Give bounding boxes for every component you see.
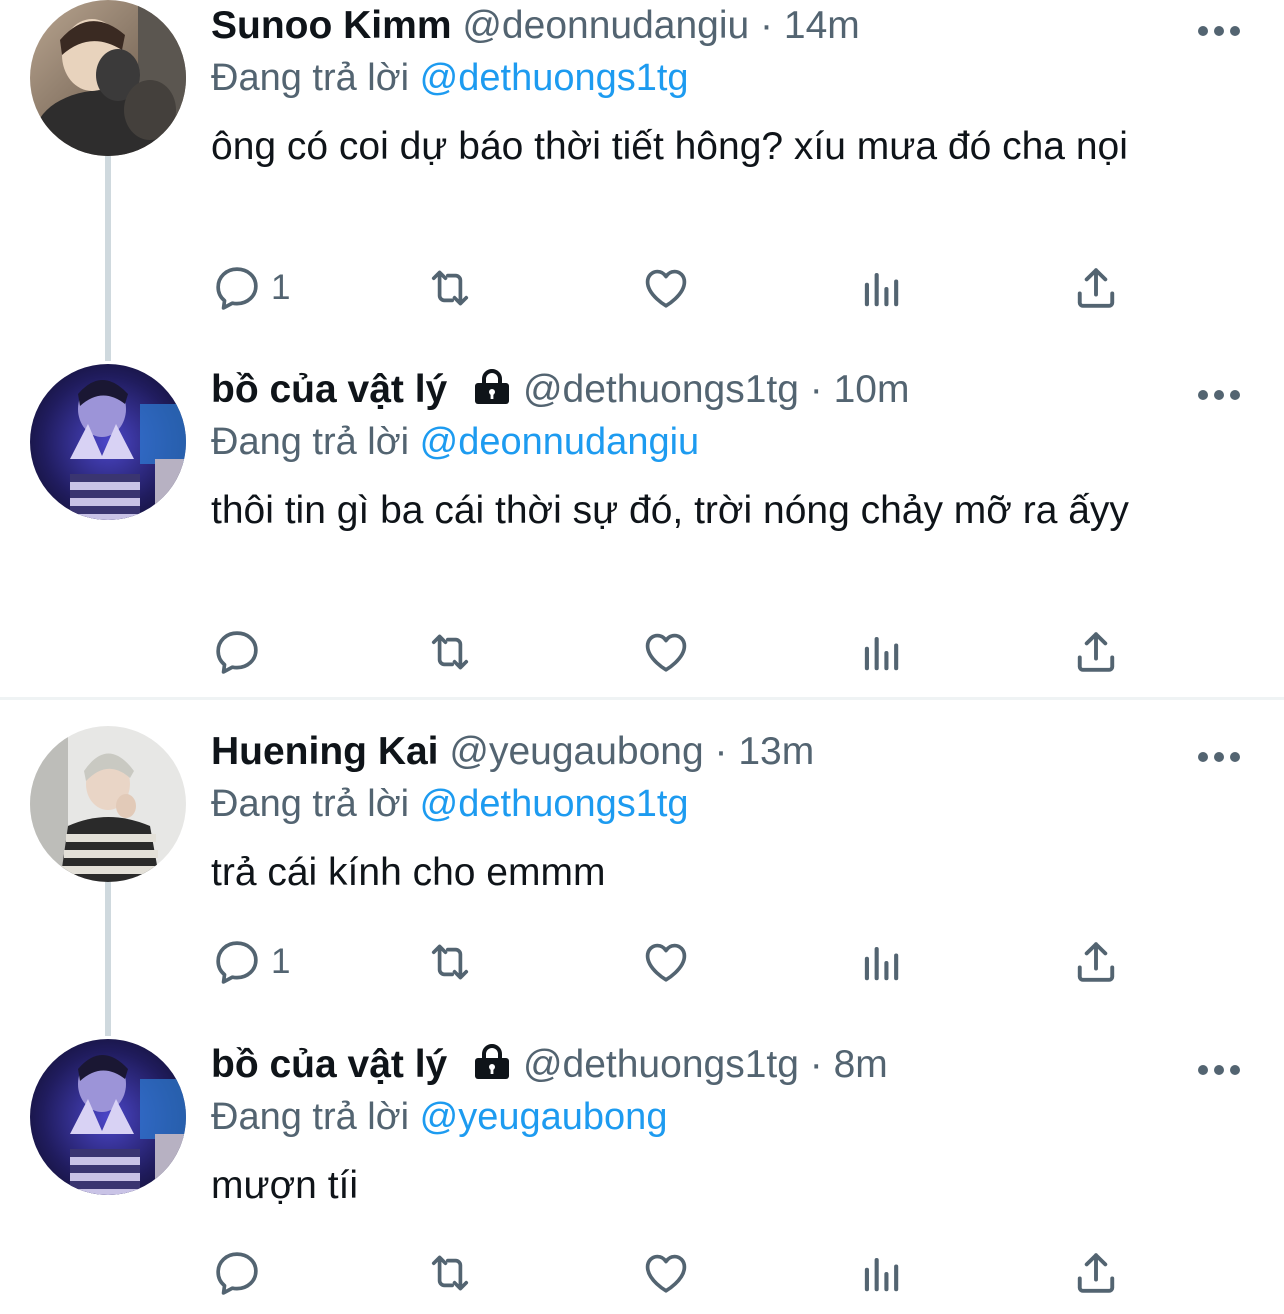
thread-line — [105, 881, 111, 1036]
like-icon — [640, 262, 692, 314]
share-button[interactable] — [1070, 936, 1122, 988]
retweet-button[interactable] — [424, 262, 476, 314]
reply-button[interactable] — [211, 1247, 271, 1299]
timestamp[interactable]: 8m — [834, 1043, 888, 1086]
retweet-button[interactable] — [424, 626, 476, 678]
reply-context: Đang trả lời @deonnudangiu — [211, 416, 1244, 468]
like-icon — [640, 1247, 692, 1299]
like-button[interactable] — [640, 626, 692, 678]
share-button[interactable] — [1070, 262, 1122, 314]
more-options-icon[interactable] — [1194, 8, 1244, 38]
like-icon — [640, 626, 692, 678]
like-button[interactable] — [640, 1247, 692, 1299]
share-icon — [1070, 1247, 1122, 1299]
user-avatar-photo — [30, 726, 186, 882]
action-bar: 1 — [211, 936, 1211, 988]
reply-context: Đang trả lời @dethuongs1tg — [211, 52, 1244, 104]
more-options-icon[interactable] — [1194, 1047, 1244, 1077]
separator: · — [809, 368, 823, 411]
retweet-icon — [424, 262, 476, 314]
reply-context: Đang trả lời @yeugaubong — [211, 1091, 1244, 1143]
analytics-icon — [855, 1247, 907, 1299]
reply-button[interactable] — [211, 626, 271, 678]
lock-icon — [472, 369, 512, 405]
share-button[interactable] — [1070, 1247, 1122, 1299]
reply-prefix: Đang trả lời — [211, 783, 410, 825]
reply-prefix: Đang trả lời — [211, 421, 410, 463]
timestamp[interactable]: 14m — [784, 4, 860, 47]
more-options-icon[interactable] — [1194, 734, 1244, 764]
reply-prefix: Đang trả lời — [211, 1096, 410, 1138]
user-handle[interactable]: @dethuongs1tg — [523, 368, 799, 411]
action-bar — [211, 1247, 1211, 1299]
analytics-icon — [855, 262, 907, 314]
analytics-button[interactable] — [855, 626, 907, 678]
retweet-button[interactable] — [424, 936, 476, 988]
reply-button[interactable]: 1 — [211, 262, 290, 314]
more-options-icon[interactable] — [1194, 372, 1244, 402]
share-icon — [1070, 936, 1122, 988]
action-bar: 1 — [211, 262, 1211, 314]
reply-icon — [211, 626, 263, 678]
analytics-button[interactable] — [855, 262, 907, 314]
display-name[interactable]: Huening Kai — [211, 730, 439, 773]
reply-icon — [211, 262, 263, 314]
share-button[interactable] — [1070, 626, 1122, 678]
like-button[interactable] — [640, 936, 692, 988]
reply-icon — [211, 936, 263, 988]
separator: · — [714, 730, 728, 773]
reply-mention-link[interactable]: @deonnudangiu — [420, 421, 700, 463]
reply-mention-link[interactable]: @dethuongs1tg — [420, 57, 689, 99]
tweet-text: thôi tin gì ba cái thời sự đó, trời nóng… — [211, 489, 1129, 532]
user-handle[interactable]: @yeugaubong — [449, 730, 703, 773]
like-icon — [640, 936, 692, 988]
analytics-button[interactable] — [855, 1247, 907, 1299]
display-name[interactable]: bồ của vật lý — [211, 368, 447, 411]
retweet-button[interactable] — [424, 1247, 476, 1299]
retweet-icon — [424, 1247, 476, 1299]
retweet-icon — [424, 936, 476, 988]
user-handle[interactable]: @deonnudangiu — [462, 4, 749, 47]
share-icon — [1070, 626, 1122, 678]
conversation-divider — [0, 697, 1284, 700]
action-bar — [211, 626, 1211, 678]
avatar[interactable] — [30, 726, 186, 882]
avatar[interactable] — [30, 0, 186, 156]
timestamp[interactable]: 13m — [738, 730, 814, 773]
share-icon — [1070, 262, 1122, 314]
reply-prefix: Đang trả lời — [211, 57, 410, 99]
reply-count: 1 — [271, 268, 291, 307]
thread-line — [105, 156, 111, 361]
tweet-text: ông có coi dự báo thời tiết hông? xíu mư… — [211, 125, 1128, 168]
display-name[interactable]: Sunoo Kimm — [211, 4, 452, 47]
separator: · — [760, 4, 774, 47]
reply-context: Đang trả lời @dethuongs1tg — [211, 778, 1244, 830]
reply-button[interactable]: 1 — [211, 936, 290, 988]
timestamp[interactable]: 10m — [834, 368, 910, 411]
analytics-icon — [855, 936, 907, 988]
tweet-text: mượn tíi — [211, 1164, 359, 1207]
analytics-icon — [855, 626, 907, 678]
avatar[interactable] — [30, 1039, 186, 1195]
user-handle[interactable]: @dethuongs1tg — [523, 1043, 799, 1086]
retweet-icon — [424, 626, 476, 678]
separator: · — [809, 1043, 823, 1086]
like-button[interactable] — [640, 262, 692, 314]
lock-icon — [472, 1044, 512, 1080]
user-avatar-photo — [30, 0, 186, 156]
reply-icon — [211, 1247, 263, 1299]
reply-mention-link[interactable]: @yeugaubong — [420, 1096, 668, 1138]
tweet-text: trả cái kính cho emmm — [211, 851, 606, 894]
analytics-button[interactable] — [855, 936, 907, 988]
reply-mention-link[interactable]: @dethuongs1tg — [420, 783, 689, 825]
avatar[interactable] — [30, 364, 186, 520]
reply-count: 1 — [271, 942, 291, 981]
display-name[interactable]: bồ của vật lý — [211, 1043, 447, 1086]
user-avatar-photo — [30, 364, 186, 520]
user-avatar-photo — [30, 1039, 186, 1195]
